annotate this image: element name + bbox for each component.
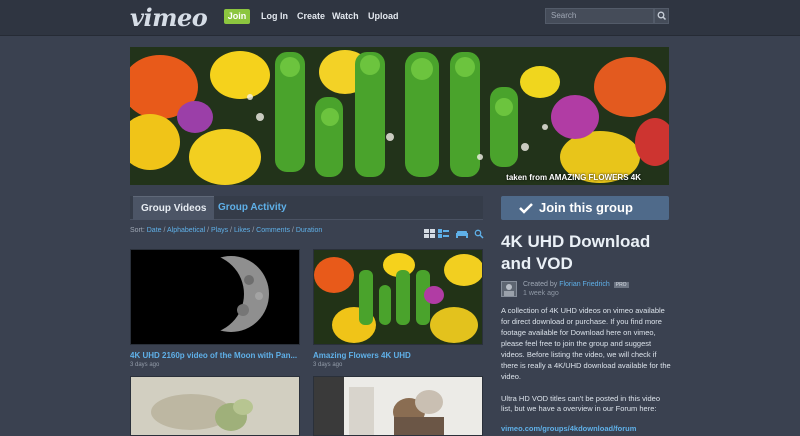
pro-badge: PRO [613,282,629,288]
video-date: 3 days ago [313,362,343,368]
video-thumbnail-moon[interactable] [130,249,300,345]
vimeo-logo[interactable]: vimeo [130,3,208,32]
sort-comments[interactable]: Comments [256,227,290,234]
creator-link[interactable]: Florian Friedrich [559,281,610,288]
search-button[interactable] [654,8,669,24]
group-tabs: Group Videos Group Activity [130,196,483,220]
created-ago: 1 week ago [523,290,559,297]
search-input[interactable]: Search [545,8,654,24]
filter-search-icon[interactable] [474,226,484,239]
video-thumbnail-3[interactable] [130,376,300,436]
sort-likes[interactable]: Likes [234,227,250,234]
grid-view-icon[interactable] [424,226,436,238]
video-image [131,377,299,435]
sort-duration[interactable]: Duration [296,227,322,234]
video-title[interactable]: Amazing Flowers 4K UHD [313,351,485,360]
couch-mode-icon[interactable] [456,226,468,238]
video-thumbnail-flowers[interactable] [313,249,483,345]
created-by: Created by Florian Friedrich PRO [523,281,629,288]
forum-link[interactable]: vimeo.com/groups/4kdownload/forum [501,424,636,433]
top-navigation-bar: vimeo Join Log In Create Watch Upload Se… [0,0,800,36]
banner-caption: taken from AMAZING FLOWERS 4K [506,173,641,182]
flowers-image [314,250,482,344]
created-by-label: Created by [523,281,558,288]
group-description: A collection of 4K UHD videos on vimeo a… [501,306,671,381]
video-title[interactable]: 4K UHD 2160p video of the Moon with Pan.… [130,351,302,360]
search-icon [657,11,667,21]
group-description-vod: Ultra HD VOD titles can't be posted in t… [501,394,661,413]
checkmark-icon [519,203,533,214]
creator-avatar[interactable] [501,281,517,297]
tab-group-videos[interactable]: Group Videos [133,196,215,220]
nav-create[interactable]: Create [297,11,325,21]
video-image [314,377,482,435]
nav-watch[interactable]: Watch [332,11,359,21]
video-thumbnail-4[interactable] [313,376,483,436]
nav-upload[interactable]: Upload [368,11,399,21]
sort-alphabetical[interactable]: Alphabetical [167,227,205,234]
group-banner: taken from AMAZING FLOWERS 4K [130,47,669,185]
join-group-label: Join this group [539,200,633,215]
list-view-icon[interactable] [438,226,450,238]
sort-bar: Sort: Date / Alphabetical / Plays / Like… [130,227,323,234]
group-title: 4K UHD Download and VOD [501,232,651,273]
join-button[interactable]: Join [224,9,250,24]
video-date: 3 days ago [130,362,160,368]
nav-log-in[interactable]: Log In [261,11,288,21]
tab-group-activity[interactable]: Group Activity [218,196,287,220]
sort-date[interactable]: Date [147,227,162,234]
flowers-banner-image [130,47,669,185]
sort-plays[interactable]: Plays [211,227,228,234]
moon-image [131,250,299,344]
sort-label: Sort: [130,227,145,234]
join-group-button[interactable]: Join this group [501,196,669,220]
